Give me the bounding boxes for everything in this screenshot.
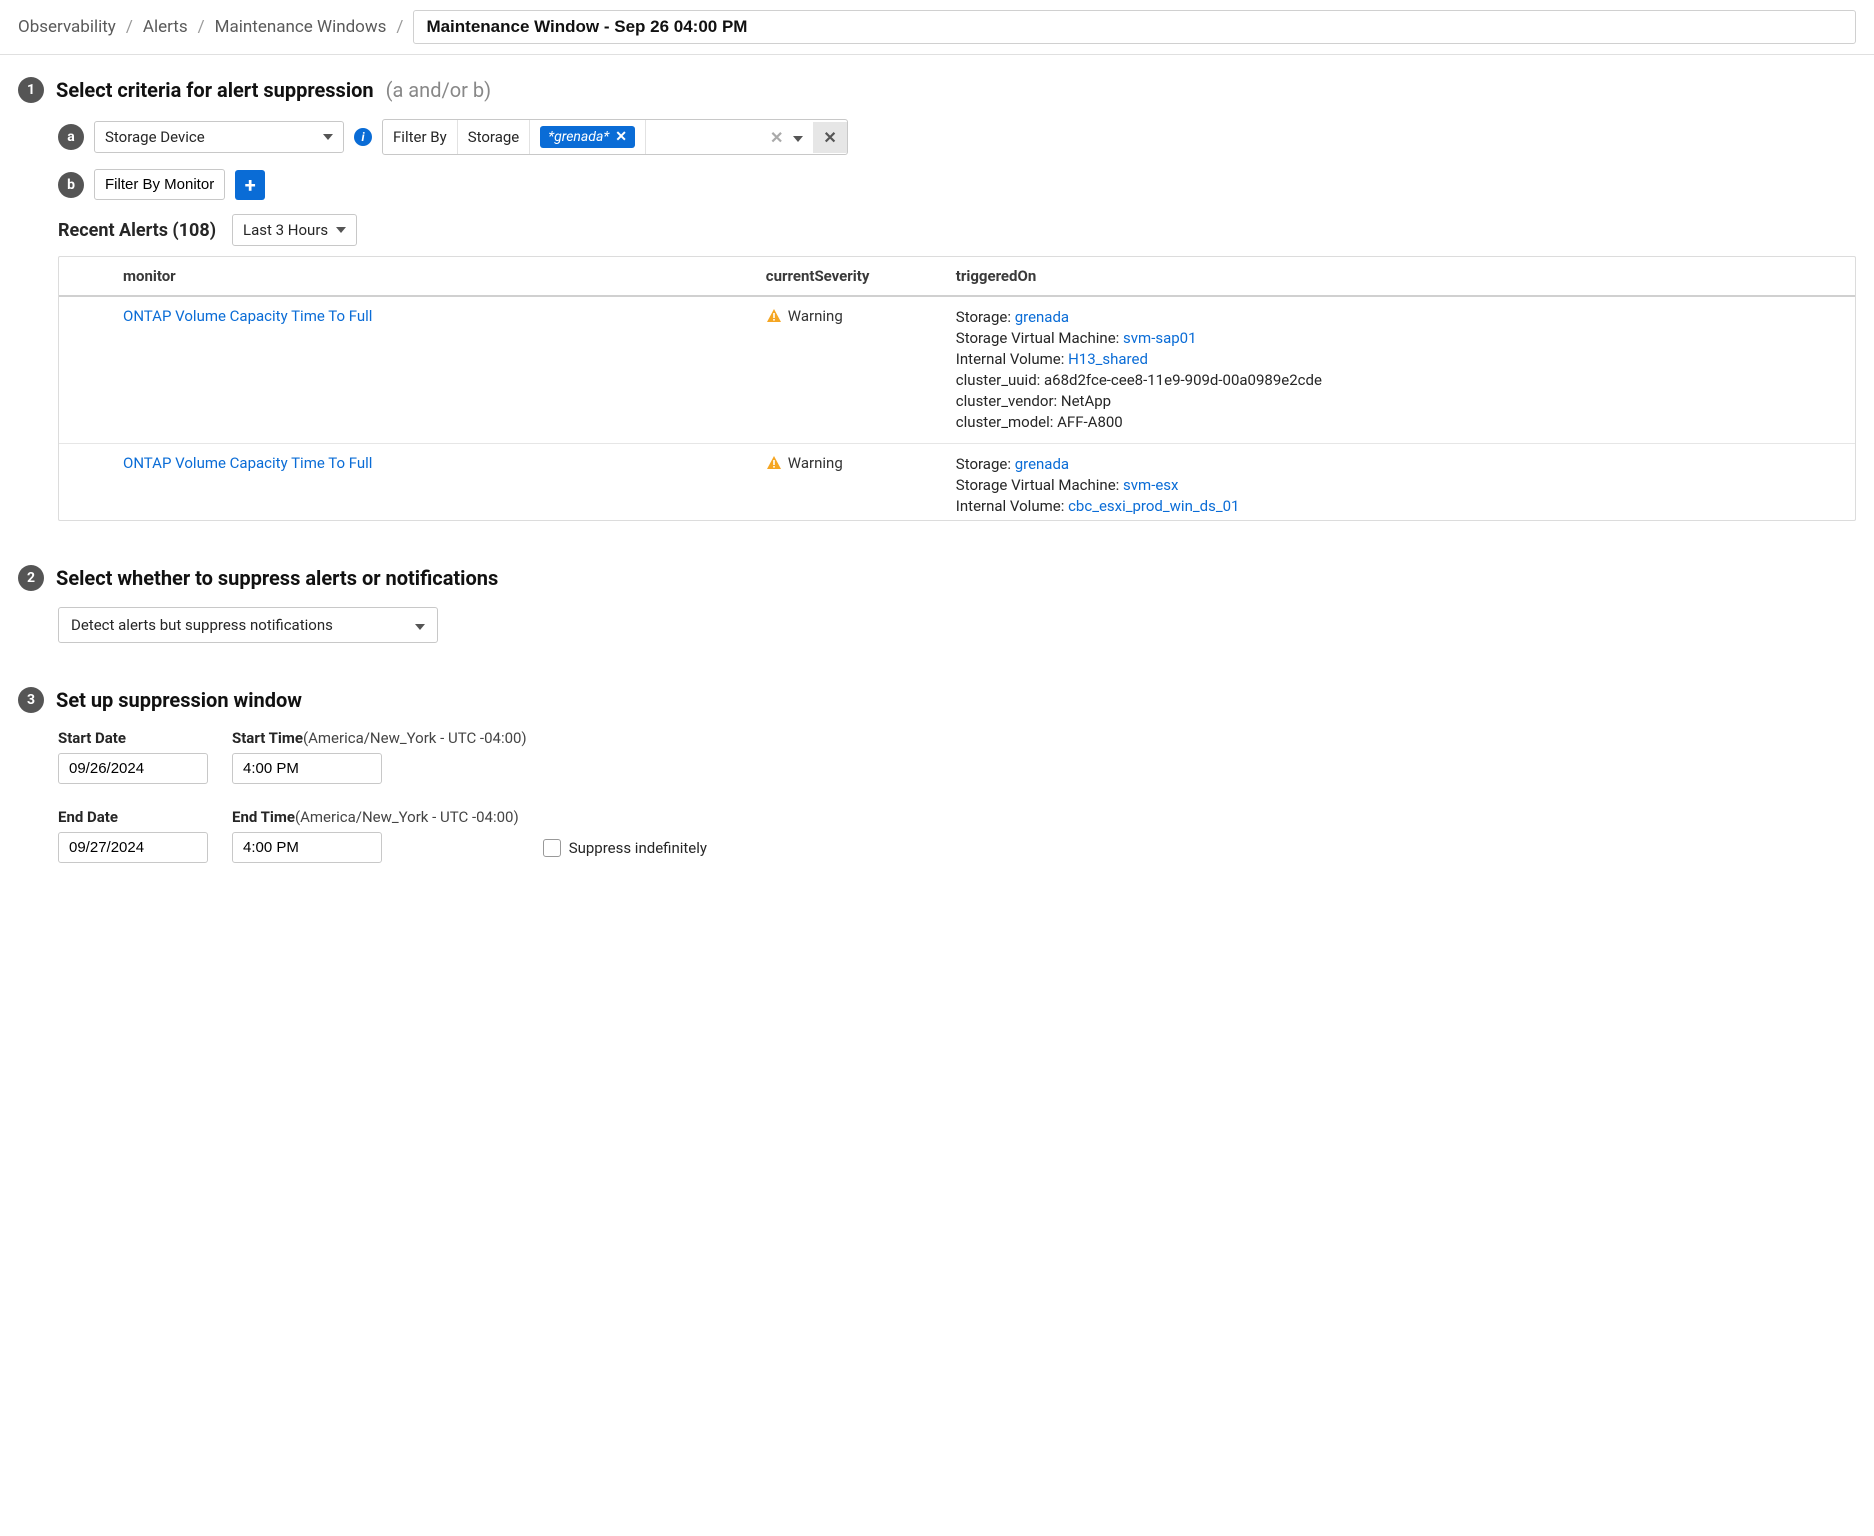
step-3-title: Set up suppression window: [56, 688, 302, 712]
breadcrumb-observability[interactable]: Observability: [18, 17, 116, 37]
filter-chip: *grenada* ✕: [540, 126, 635, 148]
sub-b-badge: b: [58, 172, 84, 198]
time-range-select[interactable]: Last 3 Hours: [232, 214, 357, 246]
step-3-header: 3 Set up suppression window: [18, 687, 1856, 713]
breadcrumb-alerts[interactable]: Alerts: [143, 17, 188, 37]
sub-a-badge: a: [58, 124, 84, 150]
table-row: ONTAP Volume Capacity Time To Full Warnin…: [59, 444, 1855, 522]
warning-icon: [766, 455, 782, 471]
breadcrumb-sep: /: [126, 17, 133, 37]
step-number-badge: 1: [18, 77, 44, 103]
device-type-select[interactable]: Storage Device: [94, 121, 344, 153]
storage-link[interactable]: grenada: [1015, 455, 1069, 473]
breadcrumb-maintenance-windows[interactable]: Maintenance Windows: [215, 17, 387, 37]
cluster-uuid: cluster_uuid: a68d2fce-cee8-11e9-909d-00…: [956, 517, 1841, 521]
warning-icon: [766, 308, 782, 324]
info-icon[interactable]: i: [354, 128, 372, 146]
suppression-mode-select[interactable]: Detect alerts but suppress notifications: [58, 607, 438, 643]
col-monitor[interactable]: monitor: [109, 257, 752, 296]
suppression-mode-value: Detect alerts but suppress notifications: [71, 616, 333, 634]
svm-link[interactable]: svm-sap01: [1123, 329, 1197, 347]
start-date-label: Start Date: [58, 729, 208, 747]
filter-by-monitor-button[interactable]: Filter By Monitor: [94, 169, 225, 200]
step-1-subtext: (a and/or b): [386, 78, 491, 102]
start-time-input[interactable]: [232, 753, 382, 784]
start-date-input[interactable]: [58, 753, 208, 784]
filter-attribute-select[interactable]: Storage: [458, 120, 531, 154]
breadcrumb-sep: /: [396, 17, 403, 37]
chevron-down-icon: [415, 616, 425, 634]
chevron-down-icon[interactable]: [793, 128, 803, 146]
recent-alerts-table: monitor currentSeverity triggeredOn ONTA…: [58, 256, 1856, 521]
monitor-link[interactable]: ONTAP Volume Capacity Time To Full: [123, 454, 372, 472]
monitor-link[interactable]: ONTAP Volume Capacity Time To Full: [123, 307, 372, 325]
volume-link[interactable]: cbc_esxi_prod_win_ds_01: [1068, 497, 1239, 515]
remove-filter-button[interactable]: ✕: [813, 122, 846, 153]
close-icon[interactable]: ✕: [615, 129, 627, 145]
end-time-label: End Time: [232, 808, 295, 826]
step-2-header: 2 Select whether to suppress alerts or n…: [18, 565, 1856, 591]
suppress-indefinitely-label: Suppress indefinitely: [569, 839, 707, 857]
add-monitor-filter-button[interactable]: +: [235, 170, 265, 200]
severity-cell: Warning: [766, 307, 928, 325]
end-date-label: End Date: [58, 808, 208, 826]
time-range-value: Last 3 Hours: [243, 221, 328, 239]
end-date-input[interactable]: [58, 832, 208, 863]
filter-value-chip-area[interactable]: *grenada* ✕: [530, 120, 646, 154]
filter-chip-text: *grenada*: [548, 129, 609, 145]
breadcrumb: Observability / Alerts / Maintenance Win…: [0, 0, 1874, 55]
volume-link[interactable]: H13_shared: [1068, 350, 1148, 368]
step-1-title: Select criteria for alert suppression: [56, 78, 374, 102]
timezone-note: (America/New_York - UTC -04:00): [295, 808, 519, 826]
col-severity[interactable]: currentSeverity: [752, 257, 942, 296]
clear-filter-icon[interactable]: ✕: [766, 128, 787, 147]
step-number-badge: 3: [18, 687, 44, 713]
storage-link[interactable]: grenada: [1015, 308, 1069, 326]
step-number-badge: 2: [18, 565, 44, 591]
breadcrumb-sep: /: [198, 17, 205, 37]
timezone-note: (America/New_York - UTC -04:00): [303, 729, 527, 747]
step-2-title: Select whether to suppress alerts or not…: [56, 566, 498, 590]
cluster-vendor: cluster_vendor: NetApp: [956, 391, 1841, 412]
table-row: ONTAP Volume Capacity Time To Full Warnin…: [59, 296, 1855, 444]
device-type-value: Storage Device: [105, 128, 205, 146]
suppress-indefinitely-checkbox[interactable]: [543, 839, 561, 857]
end-time-input[interactable]: [232, 832, 382, 863]
col-triggered-on[interactable]: triggeredOn: [942, 257, 1855, 296]
filter-by-label[interactable]: Filter By: [383, 120, 458, 154]
cluster-model: cluster_model: AFF-A800: [956, 412, 1841, 433]
recent-alerts-title: Recent Alerts (108): [58, 220, 216, 241]
filter-builder: Filter By Storage *grenada* ✕ ✕ ✕: [382, 119, 848, 155]
svm-link[interactable]: svm-esx: [1123, 476, 1178, 494]
step-1-header: 1 Select criteria for alert suppression …: [18, 77, 1856, 103]
severity-cell: Warning: [766, 454, 928, 472]
start-time-label: Start Time: [232, 729, 303, 747]
cluster-uuid: cluster_uuid: a68d2fce-cee8-11e9-909d-00…: [956, 370, 1841, 391]
window-title-input[interactable]: [413, 10, 1856, 44]
